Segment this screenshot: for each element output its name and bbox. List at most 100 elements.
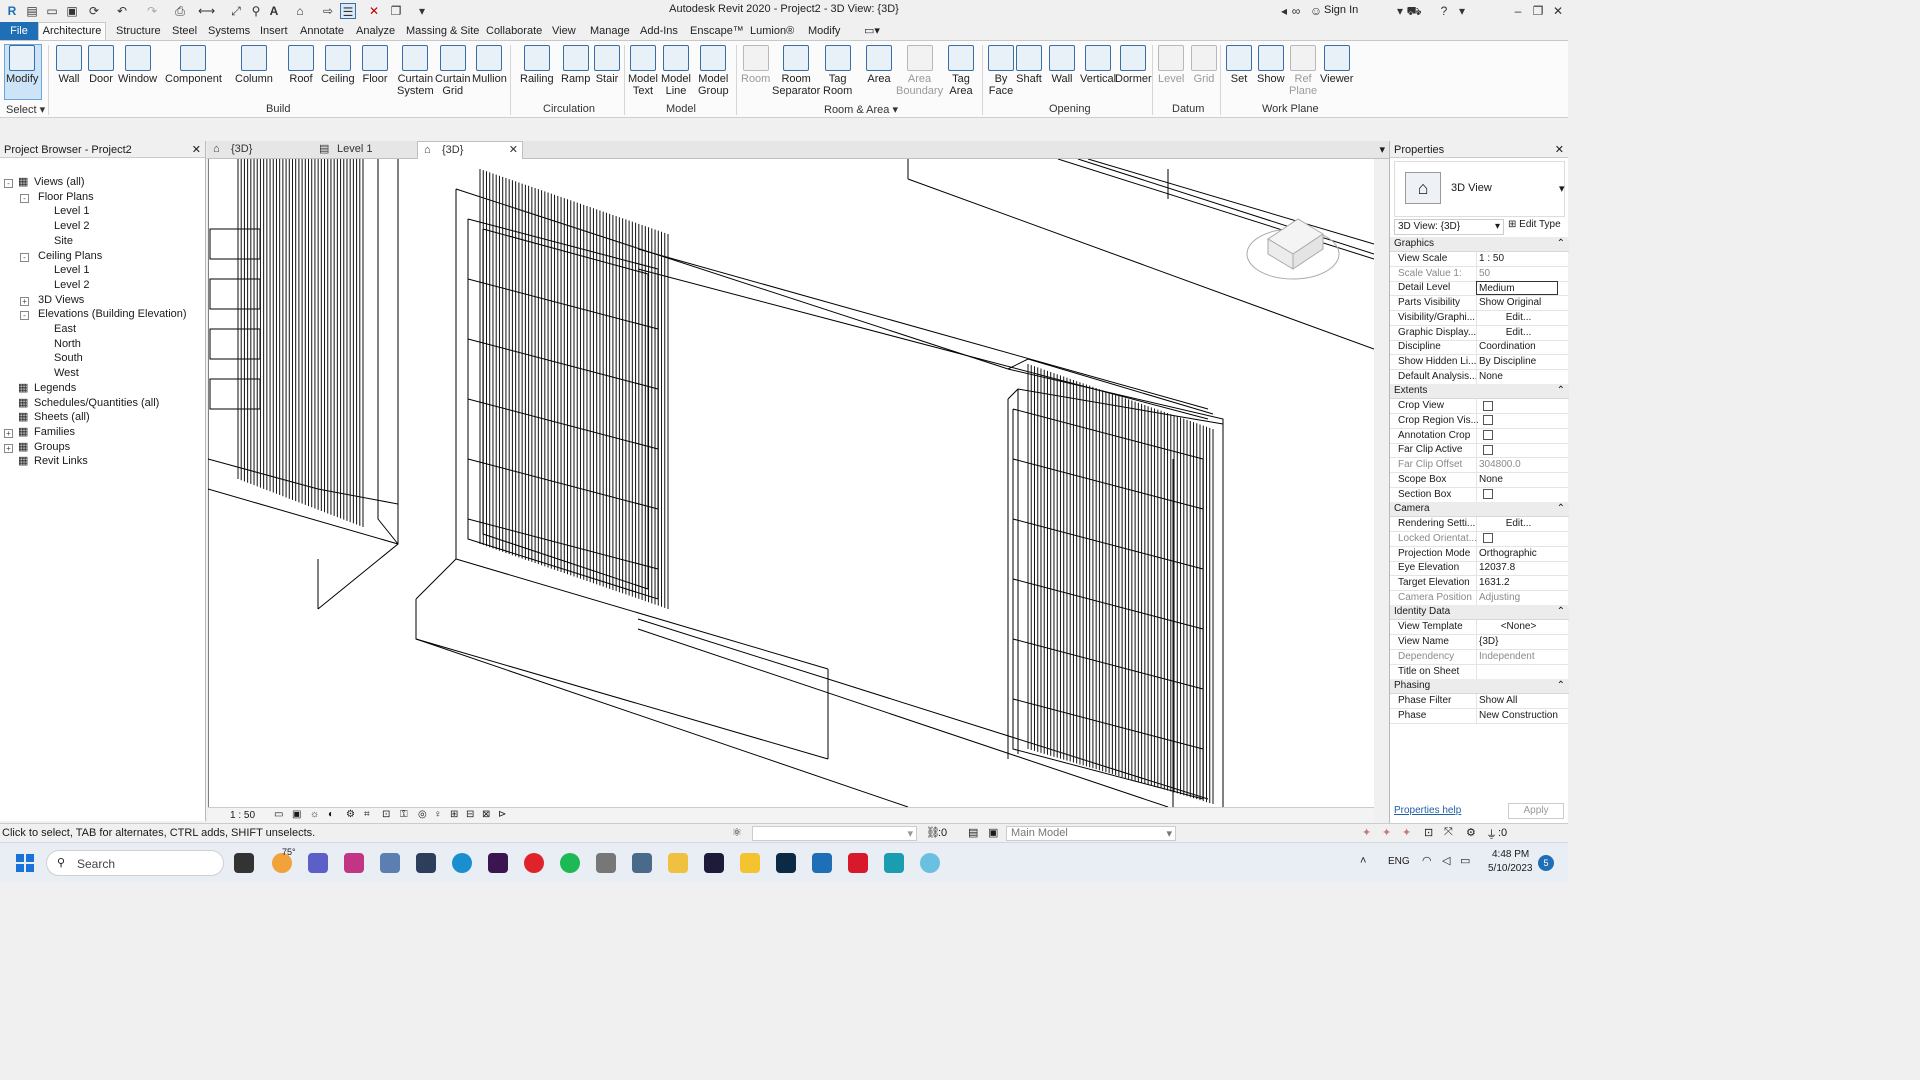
opera-icon[interactable]: [524, 853, 544, 873]
language-indicator[interactable]: ENG: [1388, 856, 1410, 867]
autocad-icon[interactable]: [848, 853, 868, 873]
ribbon-button-viewer[interactable]: Viewer: [1320, 43, 1353, 85]
close-icon[interactable]: ✕: [192, 143, 201, 156]
sun-path-icon[interactable]: ☼: [310, 809, 319, 820]
tab-collaborate[interactable]: Collaborate: [486, 24, 542, 40]
taskbar-search[interactable]: ⚲ Search: [46, 850, 224, 876]
help-icon[interactable]: ?: [1436, 3, 1452, 19]
tab-3d-view-active[interactable]: ⌂ {3D} ✕: [417, 141, 523, 159]
property-row[interactable]: Scope Box None: [1390, 472, 1569, 488]
ribbon-toggle-icon[interactable]: ▭▾: [864, 24, 880, 40]
instance-selector[interactable]: 3D View: {3D} ▾: [1394, 219, 1504, 235]
tab-analyze[interactable]: Analyze: [356, 24, 395, 40]
sign-in-link[interactable]: Sign In: [1324, 4, 1358, 16]
close-icon[interactable]: ✕: [1550, 3, 1566, 19]
switch-windows-icon[interactable]: ❐: [388, 3, 404, 19]
tab-add-ins[interactable]: Add-Ins: [640, 24, 678, 40]
property-row[interactable]: Locked Orientat...: [1390, 531, 1569, 547]
expand-toggle-icon[interactable]: +: [4, 443, 13, 453]
cart-icon[interactable]: ⛟: [1406, 3, 1422, 19]
ribbon-button-vertical[interactable]: Vertical: [1080, 43, 1116, 85]
customize-qat-icon[interactable]: ▾: [414, 3, 430, 19]
navisworks-icon[interactable]: [632, 853, 652, 873]
ribbon-button-ceiling[interactable]: Ceiling: [321, 43, 355, 85]
ribbon-button-component[interactable]: Component: [165, 43, 222, 85]
property-value[interactable]: [1476, 399, 1558, 414]
restore-icon[interactable]: ❐: [1530, 3, 1546, 19]
property-row[interactable]: Rendering Setti... Edit...: [1390, 517, 1569, 533]
wifi-icon[interactable]: ◠: [1422, 854, 1432, 867]
edge-icon[interactable]: [452, 853, 472, 873]
browser-item[interactable]: Level 1: [54, 263, 89, 278]
browser-item[interactable]: Legends: [34, 381, 76, 396]
ribbon-button-tag-area[interactable]: Tag Area: [948, 43, 974, 97]
property-row[interactable]: Annotation Crop: [1390, 428, 1569, 444]
property-row[interactable]: Dependency Independent: [1390, 649, 1569, 665]
tab-3d-view[interactable]: ⌂ {3D}: [207, 141, 311, 159]
media-icon[interactable]: [668, 853, 688, 873]
property-row[interactable]: Eye Elevation 12037.8: [1390, 561, 1569, 577]
property-value[interactable]: 12037.8: [1476, 561, 1558, 576]
drag-elements-icon[interactable]: ⤧: [1444, 826, 1453, 839]
browser-item[interactable]: Level 2: [54, 219, 89, 234]
expand-toggle-icon[interactable]: -: [20, 252, 29, 262]
property-row[interactable]: Phase New Construction: [1390, 708, 1569, 724]
property-row[interactable]: Discipline Coordination: [1390, 340, 1569, 356]
properties-section-header[interactable]: Identity Data ⌃: [1390, 605, 1569, 621]
premiere-icon[interactable]: [488, 853, 508, 873]
undo-icon[interactable]: ↶: [114, 3, 130, 19]
property-row[interactable]: Camera Position Adjusting: [1390, 590, 1569, 606]
measure-icon[interactable]: ⟷: [198, 3, 215, 19]
crop-region-icon[interactable]: ⊡: [382, 809, 390, 820]
properties-help-link[interactable]: Properties help: [1394, 805, 1461, 816]
property-value[interactable]: [1476, 414, 1558, 428]
property-row[interactable]: View Template <None>: [1390, 620, 1569, 636]
property-row[interactable]: Target Elevation 1631.2: [1390, 576, 1569, 591]
property-row[interactable]: Visibility/Graphi... Edit...: [1390, 310, 1569, 326]
background-processes-icon[interactable]: ⚙: [1466, 826, 1476, 839]
property-value[interactable]: [1476, 487, 1558, 502]
ribbon-button-railing[interactable]: Railing: [520, 43, 554, 85]
tab-level-1[interactable]: ▤ Level 1: [313, 141, 417, 159]
text-icon[interactable]: A: [266, 3, 282, 19]
user-icon[interactable]: ☺: [1308, 3, 1324, 19]
select-faces-icon[interactable]: ⊡: [1424, 826, 1433, 839]
ribbon-button-tag-room[interactable]: Tag Room: [823, 43, 852, 97]
3d-view-icon[interactable]: ⌂: [292, 3, 308, 19]
browser-item[interactable]: West: [54, 366, 79, 381]
browser-item[interactable]: North: [54, 337, 81, 352]
property-value[interactable]: [1476, 428, 1558, 443]
browser-item[interactable]: Level 1: [54, 204, 89, 219]
dimension-icon[interactable]: ⤢: [228, 3, 244, 19]
help-dropdown-icon[interactable]: ▾: [1454, 3, 1470, 19]
ribbon-button-model-group[interactable]: Model Group: [698, 43, 729, 97]
tab-insert[interactable]: Insert: [260, 24, 288, 40]
detail-level-icon[interactable]: ▭: [274, 809, 283, 820]
constraints-icon[interactable]: ⊠: [482, 809, 490, 820]
property-row[interactable]: Detail Level Medium: [1390, 281, 1569, 297]
tabs-dropdown-icon[interactable]: ▾: [1379, 143, 1385, 156]
property-row[interactable]: Show Hidden Li... By Discipline: [1390, 354, 1569, 370]
browser-item[interactable]: Views (all): [34, 175, 85, 190]
lightroom-classic-icon[interactable]: [416, 853, 436, 873]
ribbon-button-wall[interactable]: Wall: [56, 43, 82, 85]
expand-toggle-icon[interactable]: -: [20, 193, 29, 203]
highlight-icon[interactable]: ⊳: [498, 809, 506, 820]
open-folder-icon[interactable]: ▭: [44, 3, 60, 19]
workset-dropdown[interactable]: ▾: [752, 826, 917, 841]
view-scale-button[interactable]: 1 : 50: [230, 810, 255, 821]
windows-start-icon[interactable]: [16, 854, 34, 872]
property-value[interactable]: Edit...: [1476, 517, 1558, 532]
property-row[interactable]: View Scale 1 : 50: [1390, 252, 1569, 267]
checkbox[interactable]: [1483, 444, 1493, 455]
battery-icon[interactable]: ▭: [1460, 854, 1470, 867]
ribbon-button-floor[interactable]: Floor: [362, 43, 388, 85]
property-value[interactable]: [1476, 664, 1558, 679]
revit-logo-icon[interactable]: R: [4, 3, 20, 19]
browser-item[interactable]: Revit Links: [34, 454, 88, 469]
main-model-icon[interactable]: ▣: [988, 826, 998, 839]
filter-icon[interactable]: ⏚: [1486, 826, 1497, 842]
save-icon[interactable]: ▣: [64, 3, 80, 19]
property-value[interactable]: {3D}: [1476, 635, 1558, 650]
ribbon-button-room-separator[interactable]: Room Separator: [772, 43, 820, 97]
